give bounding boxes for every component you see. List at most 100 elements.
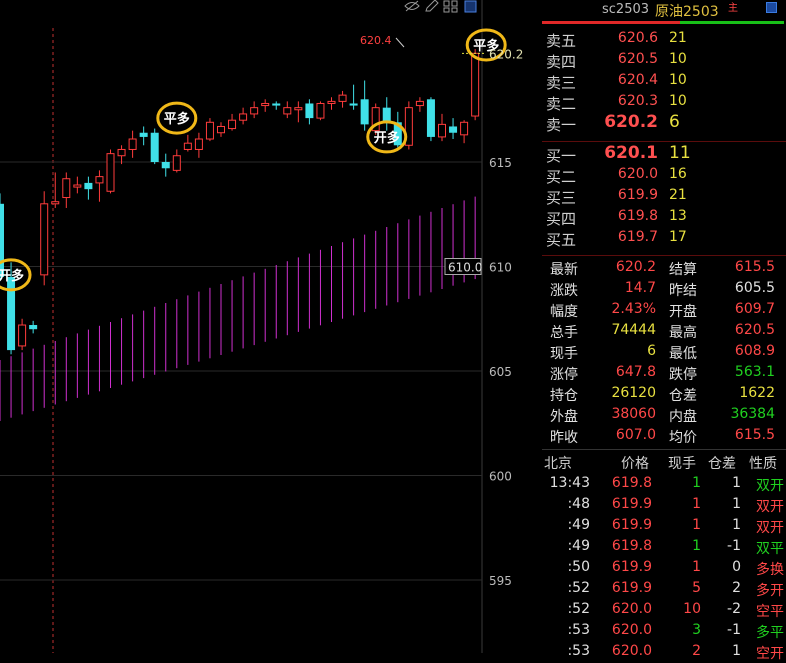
y-tick-label: 615 [489, 156, 512, 170]
quote-header: sc2503 原油2503 主 [542, 0, 786, 26]
ticks-header-time: 北京 [544, 456, 572, 472]
candle-body [194, 138, 203, 150]
stat-label: 最高 [669, 325, 697, 341]
tick-oi: 1 [732, 643, 741, 659]
bid-row[interactable]: 买三 619.9 21 [542, 186, 786, 207]
tick-time: :52 [567, 601, 590, 617]
tick-qty: 1 [692, 538, 701, 554]
stat-value: 6 [647, 343, 656, 359]
tick-oi: 1 [732, 475, 741, 491]
candle-body [205, 121, 214, 140]
ask-row[interactable]: 卖五 620.6 21 [542, 29, 786, 50]
stat-value: 615.5 [734, 427, 775, 443]
tick-row[interactable]: :50 619.9 1 0 多换 [542, 558, 786, 579]
y-tick-label: 620.2 [489, 47, 523, 61]
candle-body [250, 107, 259, 115]
stat-label: 总手 [550, 325, 578, 341]
pencil-icon[interactable] [424, 0, 440, 12]
tick-qty: 5 [692, 580, 701, 596]
tick-qty: 1 [692, 475, 701, 491]
ask-price: 620.5 [617, 51, 658, 67]
candle-body [217, 125, 225, 134]
panel-settings-icon[interactable] [766, 2, 777, 13]
stat-value: 1622 [739, 385, 775, 401]
tick-oi: 1 [732, 517, 741, 533]
ask-row[interactable]: 卖四 620.5 10 [542, 50, 786, 71]
ask-price: 620.6 [617, 30, 658, 46]
y-tick-label: 605 [489, 365, 512, 379]
tick-row[interactable]: :52 619.9 5 2 多开 [542, 579, 786, 600]
kline-chart[interactable]: 开多平多开多平多 620.2615610605600595620.4610.0 [0, 0, 542, 653]
crosshair-price-label: 610.0 [448, 261, 482, 275]
stat-value: 74444 [611, 322, 656, 338]
candle-body [360, 99, 369, 125]
tick-oi: -2 [727, 601, 741, 617]
stat-value: 36384 [730, 406, 775, 422]
tick-nature: 双开 [756, 520, 784, 536]
candle-body [62, 178, 71, 199]
candle-body [426, 99, 435, 137]
tick-oi: -1 [727, 622, 741, 638]
bid-label: 买三 [546, 189, 577, 207]
bid-row[interactable]: 买一 620.1 11 [542, 143, 786, 165]
stat-value: 38060 [611, 406, 656, 422]
tick-oi: -1 [727, 538, 741, 554]
candle-body [228, 119, 237, 130]
candle-body [338, 94, 347, 102]
stat-label: 涨跌 [550, 283, 578, 299]
ticks-header-qty: 现手 [668, 456, 696, 472]
ticks-header-nature: 性质 [749, 456, 777, 472]
stat-value: 563.1 [734, 364, 775, 380]
stat-row: 幅度 2.43% 开盘 609.7 [542, 300, 786, 321]
candle-body [150, 132, 159, 162]
stat-value: 620.2 [615, 259, 656, 275]
tick-row[interactable]: :53 620.0 3 -1 多平 [542, 621, 786, 642]
tick-time: :49 [567, 517, 590, 533]
stat-label: 开盘 [669, 304, 697, 320]
grid-icon[interactable] [443, 0, 459, 13]
tick-row[interactable]: 13:43 619.8 1 1 双开 [542, 474, 786, 495]
tick-row[interactable]: :49 619.9 1 1 双开 [542, 516, 786, 537]
stat-label: 跌停 [669, 367, 697, 383]
stat-value: 2.43% [611, 301, 656, 317]
stat-row: 涨跌 14.7 昨结 605.5 [542, 279, 786, 300]
ask-label: 卖五 [546, 32, 577, 50]
tick-time: :48 [567, 496, 590, 512]
kline-chart-area[interactable]: 开多 平多 开多 平多 620.2 615 610 605 600 595 620.4 610.0 [0, 0, 542, 653]
ticks-header-price: 价格 [621, 456, 649, 472]
stat-label: 持仓 [550, 388, 578, 404]
stats-divider [542, 255, 786, 256]
ask-row[interactable]: 卖二 620.3 10 [542, 92, 786, 113]
tick-nature: 空平 [756, 604, 784, 620]
stat-value: 620.5 [734, 322, 775, 338]
stat-value: 608.9 [734, 343, 775, 359]
candle-body [18, 324, 27, 347]
eye-off-icon[interactable] [404, 0, 420, 12]
bid-row[interactable]: 买五 619.7 17 [542, 228, 786, 249]
tick-row[interactable]: :52 620.0 10 -2 空平 [542, 600, 786, 621]
tick-nature: 双开 [756, 499, 784, 515]
candle-body [95, 176, 104, 184]
bid-price: 619.8 [617, 208, 658, 224]
ask-row[interactable]: 卖三 620.4 10 [542, 71, 786, 92]
tick-row[interactable]: :48 619.9 1 1 双开 [542, 495, 786, 516]
ticks-header-oi: 仓差 [708, 456, 736, 472]
tick-oi: 0 [732, 559, 741, 575]
contract-name: 原油2503 [655, 4, 719, 20]
tick-time: :53 [567, 622, 590, 638]
stat-label: 昨收 [550, 430, 578, 446]
ask-row[interactable]: 卖一 620.2 6 [542, 112, 786, 134]
candle-body [51, 201, 60, 205]
tick-time: :52 [567, 580, 590, 596]
stat-label: 昨结 [669, 283, 697, 299]
panel-toggle-icon[interactable] [464, 0, 478, 13]
bid-row[interactable]: 买四 619.8 13 [542, 207, 786, 228]
bid-row[interactable]: 买二 620.0 16 [542, 165, 786, 186]
stat-row: 外盘 38060 内盘 36384 [542, 405, 786, 426]
ask-label: 卖四 [546, 53, 577, 71]
tick-row[interactable]: :49 619.8 1 -1 双平 [542, 537, 786, 558]
tick-qty: 3 [692, 622, 701, 638]
tick-qty: 1 [692, 517, 701, 533]
ask-label: 卖一 [546, 116, 577, 134]
stat-label: 外盘 [550, 409, 578, 425]
